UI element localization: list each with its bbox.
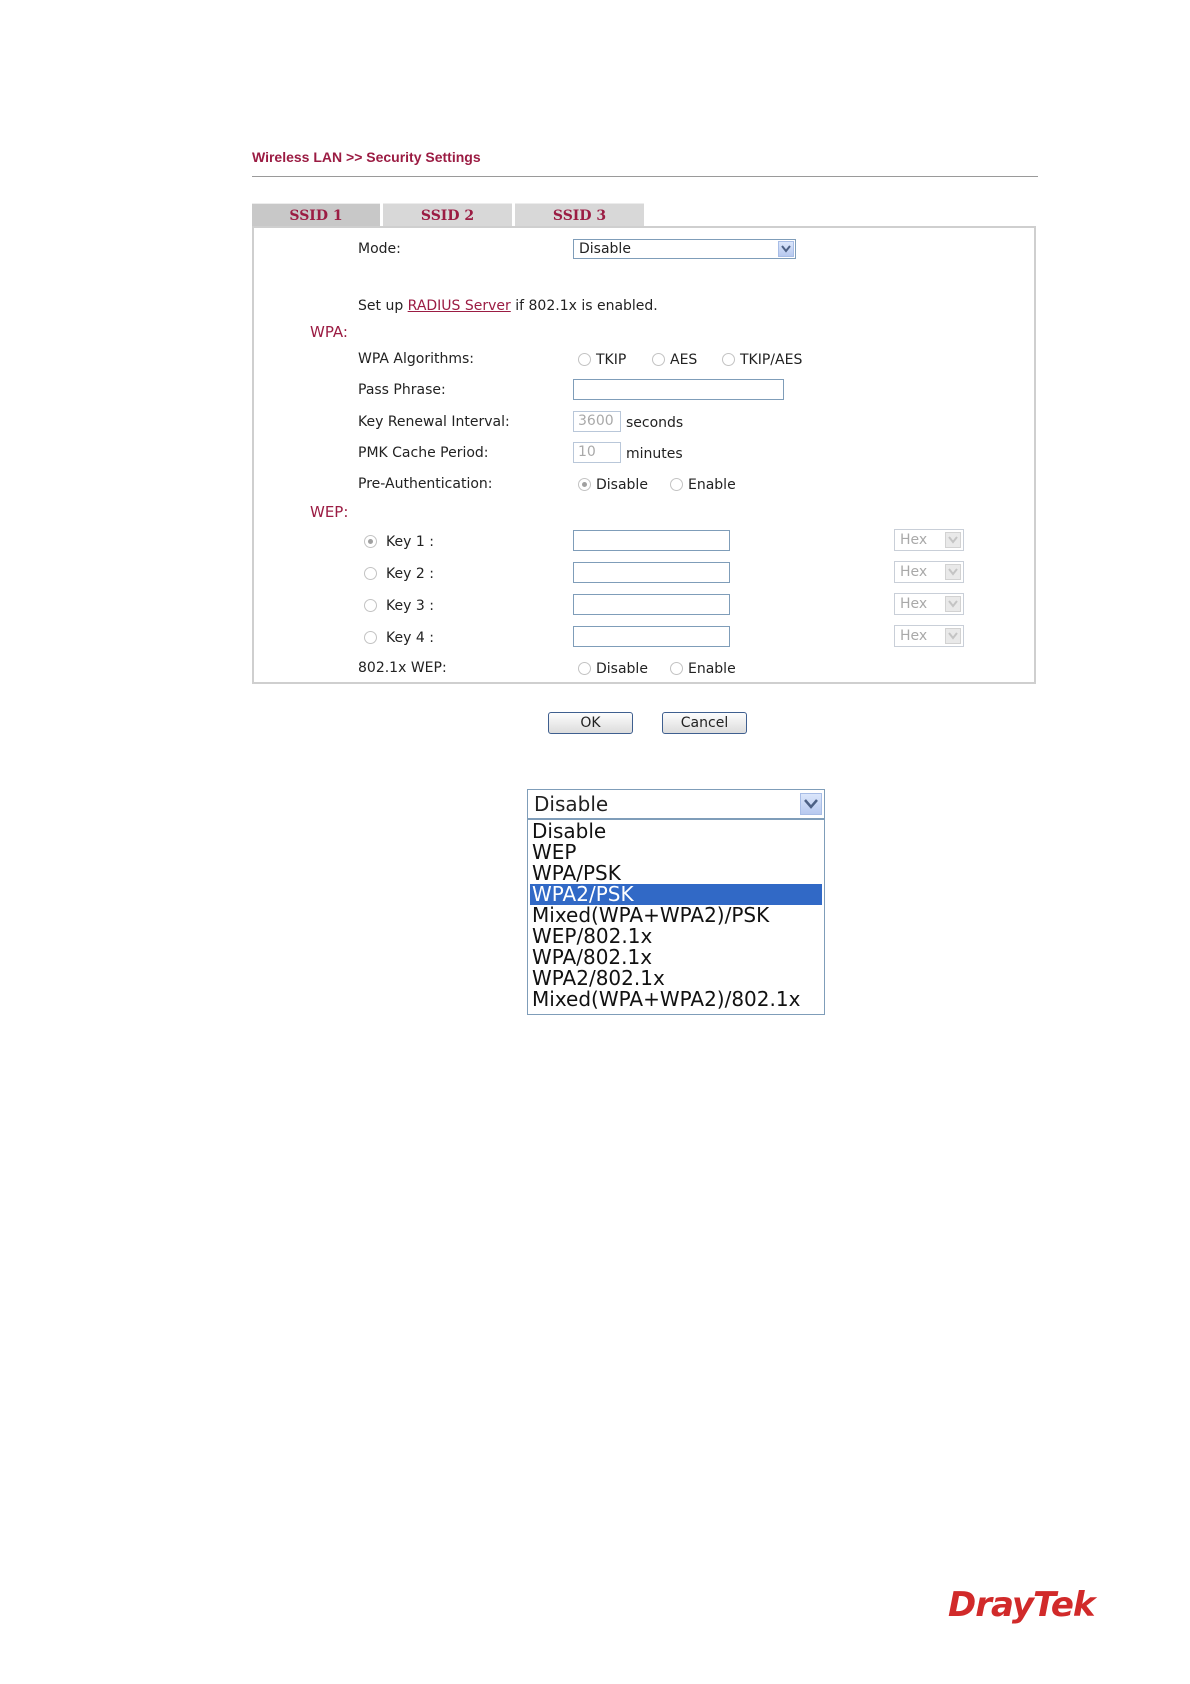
- dropdown-option-wpa-psk[interactable]: WPA/PSK: [530, 863, 822, 884]
- dot1x-disable-label: Disable: [596, 661, 648, 677]
- chevron-down-icon[interactable]: [945, 628, 961, 644]
- key-2-format-value: Hex: [900, 564, 928, 580]
- radio-key-2[interactable]: [364, 567, 377, 580]
- dropdown-option-wpa2-psk[interactable]: WPA2/PSK: [530, 884, 822, 905]
- wep-section-title: WEP:: [310, 503, 349, 521]
- radio-key-3[interactable]: [364, 599, 377, 612]
- radius-server-link[interactable]: RADIUS Server: [408, 298, 511, 314]
- aes-label: AES: [670, 352, 698, 368]
- key-3-label: Key 3 :: [386, 598, 434, 614]
- radius-note: Set up RADIUS Server if 802.1x is enable…: [358, 298, 658, 314]
- mode-select[interactable]: Disable: [573, 239, 796, 259]
- pre-auth-disable-label: Disable: [596, 477, 648, 493]
- ok-button[interactable]: OK: [548, 712, 633, 734]
- pass-phrase-label: Pass Phrase:: [358, 382, 446, 398]
- key-2-label: Key 2 :: [386, 566, 434, 582]
- cancel-button[interactable]: Cancel: [662, 712, 747, 734]
- radius-note-suffix: if 802.1x is enabled.: [510, 298, 658, 314]
- chevron-down-icon[interactable]: [800, 793, 822, 815]
- tkip-label: TKIP: [596, 352, 627, 368]
- mode-dropdown-expanded[interactable]: Disable: [527, 789, 825, 819]
- radio-tkip-aes[interactable]: [722, 353, 735, 366]
- header-divider: [252, 176, 1038, 177]
- breadcrumb: Wireless LAN >> Security Settings: [252, 149, 481, 165]
- draytek-logo: DrayTek: [948, 1585, 1096, 1625]
- dropdown-option-wep-8021x[interactable]: WEP/802.1x: [530, 926, 822, 947]
- radio-aes[interactable]: [652, 353, 665, 366]
- key-renewal-label: Key Renewal Interval:: [358, 414, 510, 430]
- key-3-format-select[interactable]: Hex: [894, 593, 964, 615]
- radio-dot1x-enable[interactable]: [670, 662, 683, 675]
- mode-label: Mode:: [358, 241, 401, 257]
- tkip-aes-label: TKIP/AES: [740, 352, 803, 368]
- tab-ssid-3[interactable]: SSID 3: [515, 203, 644, 228]
- wpa-section-title: WPA:: [310, 323, 348, 341]
- dropdown-option-mixed-psk[interactable]: Mixed(WPA+WPA2)/PSK: [530, 905, 822, 926]
- pmk-cache-input[interactable]: 10: [573, 442, 621, 463]
- radio-dot1x-disable[interactable]: [578, 662, 591, 675]
- dot1x-wep-label: 802.1x WEP:: [358, 660, 447, 676]
- key-renewal-input[interactable]: 3600: [573, 411, 621, 432]
- dropdown-option-wpa2-8021x[interactable]: WPA2/802.1x: [530, 968, 822, 989]
- chevron-down-icon[interactable]: [945, 532, 961, 548]
- radius-note-prefix: Set up: [358, 298, 408, 314]
- tab-ssid-1[interactable]: SSID 1: [252, 203, 380, 228]
- wpa-algorithms-label: WPA Algorithms:: [358, 351, 474, 367]
- mode-dropdown-list: Disable WEP WPA/PSK WPA2/PSK Mixed(WPA+W…: [527, 819, 825, 1015]
- dropdown-option-mixed-8021x[interactable]: Mixed(WPA+WPA2)/802.1x: [530, 989, 822, 1010]
- pass-phrase-input[interactable]: [573, 379, 784, 400]
- dot1x-enable-label: Enable: [688, 661, 736, 677]
- key-1-label: Key 1 :: [386, 534, 434, 550]
- radio-pre-auth-enable[interactable]: [670, 478, 683, 491]
- key-2-input[interactable]: [573, 562, 730, 583]
- radio-pre-auth-disable[interactable]: [578, 478, 591, 491]
- radio-key-1[interactable]: [364, 535, 377, 548]
- radio-key-4[interactable]: [364, 631, 377, 644]
- key-3-input[interactable]: [573, 594, 730, 615]
- chevron-down-icon[interactable]: [945, 596, 961, 612]
- mode-dropdown-current: Disable: [534, 792, 609, 816]
- key-4-format-select[interactable]: Hex: [894, 625, 964, 647]
- key-4-input[interactable]: [573, 626, 730, 647]
- key-renewal-unit: seconds: [626, 415, 684, 431]
- pmk-cache-label: PMK Cache Period:: [358, 445, 489, 461]
- key-2-format-select[interactable]: Hex: [894, 561, 964, 583]
- key-1-input[interactable]: [573, 530, 730, 551]
- chevron-down-icon[interactable]: [778, 241, 794, 257]
- key-1-format-select[interactable]: Hex: [894, 529, 964, 551]
- dropdown-option-wep[interactable]: WEP: [530, 842, 822, 863]
- chevron-down-icon[interactable]: [945, 564, 961, 580]
- radio-tkip[interactable]: [578, 353, 591, 366]
- key-4-format-value: Hex: [900, 628, 928, 644]
- pre-auth-enable-label: Enable: [688, 477, 736, 493]
- key-1-format-value: Hex: [900, 532, 928, 548]
- dropdown-option-disable[interactable]: Disable: [530, 821, 822, 842]
- key-3-format-value: Hex: [900, 596, 928, 612]
- pre-auth-label: Pre-Authentication:: [358, 476, 493, 492]
- dropdown-option-wpa-8021x[interactable]: WPA/802.1x: [530, 947, 822, 968]
- key-4-label: Key 4 :: [386, 630, 434, 646]
- pmk-cache-unit: minutes: [626, 446, 683, 462]
- mode-select-value: Disable: [579, 241, 631, 257]
- tab-ssid-2[interactable]: SSID 2: [383, 203, 512, 228]
